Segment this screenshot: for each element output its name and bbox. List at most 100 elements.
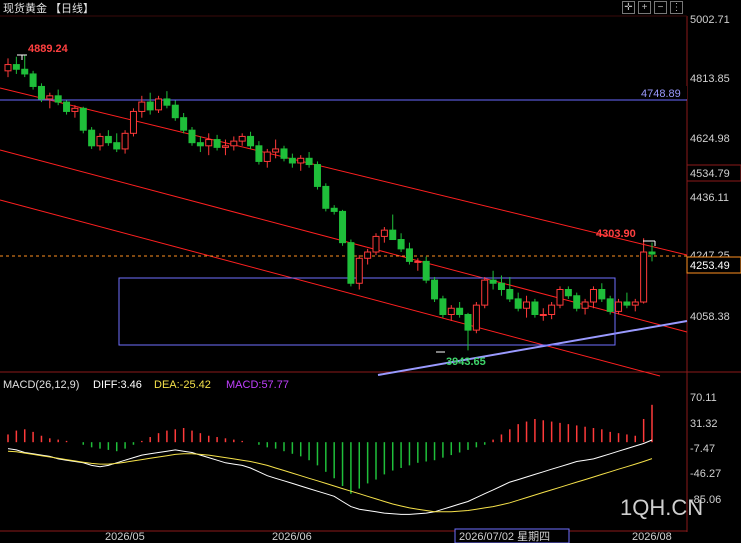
symbol-title: 现货黄金 (3, 1, 47, 15)
last-price-tag: 4253.49 (690, 260, 730, 272)
macd-diff-label: DIFF:3.46 (93, 379, 142, 391)
candle-body[interactable] (46, 95, 54, 100)
macd-lines (7, 439, 653, 515)
candle-body[interactable] (523, 301, 531, 309)
candle-body[interactable] (288, 157, 296, 164)
candle-body[interactable] (422, 260, 430, 281)
candle-body[interactable] (180, 117, 188, 131)
candle-body[interactable] (4, 64, 12, 72)
candle-body[interactable] (556, 289, 564, 306)
recent-high-annotation: 4303.90 (596, 228, 636, 240)
candle-body[interactable] (146, 101, 154, 111)
candle-body[interactable] (640, 251, 648, 303)
crosshair-icon[interactable]: ✛ (622, 1, 635, 14)
candle-body[interactable] (598, 289, 606, 300)
candle-body[interactable] (548, 304, 556, 315)
candle-body[interactable] (531, 301, 539, 315)
zoom-out-icon[interactable]: − (654, 1, 667, 14)
candle-body[interactable] (129, 110, 137, 134)
candle-body[interactable] (79, 107, 87, 131)
candle-body[interactable] (573, 295, 581, 309)
candle-body[interactable] (96, 135, 104, 147)
candle-body[interactable] (339, 210, 347, 244)
candle-body[interactable] (439, 298, 447, 315)
zoom-in-icon[interactable]: + (638, 1, 651, 14)
candle-body[interactable] (163, 98, 171, 106)
candle-body[interactable] (623, 301, 631, 306)
candle-body[interactable] (564, 289, 572, 297)
candle-body[interactable] (447, 307, 455, 315)
more-icon[interactable]: ⋮ (670, 1, 683, 14)
candle-body[interactable] (104, 135, 112, 144)
candle-body[interactable] (514, 298, 522, 309)
candle-body[interactable] (196, 142, 204, 147)
candle-body[interactable] (397, 239, 405, 250)
candle-body[interactable] (355, 257, 363, 284)
candle-body[interactable] (12, 64, 20, 70)
candle-body[interactable] (364, 251, 372, 259)
candle-body[interactable] (21, 68, 29, 75)
candle-body[interactable] (539, 313, 547, 316)
candle-body[interactable] (54, 95, 62, 103)
candle-body[interactable] (497, 282, 505, 291)
candle-body[interactable] (372, 235, 380, 253)
candle-body[interactable] (464, 313, 472, 331)
candle-body[interactable] (255, 145, 263, 162)
hline-value-label: 4748.89 (641, 88, 681, 100)
candle-body[interactable] (414, 260, 422, 263)
candle-body[interactable] (305, 157, 313, 166)
candle-body[interactable] (389, 229, 397, 241)
candle-body[interactable] (631, 301, 639, 306)
candle-body[interactable] (280, 148, 288, 159)
candle-body[interactable] (347, 242, 355, 284)
high-annotation: 4889.24 (28, 43, 69, 55)
candle-body[interactable] (456, 307, 464, 315)
candle-body[interactable] (230, 140, 238, 147)
macd-histogram (7, 404, 653, 494)
candle-body[interactable] (37, 85, 45, 100)
candle-body[interactable] (272, 148, 280, 153)
candle-body[interactable] (472, 304, 480, 331)
candle-body[interactable] (405, 248, 413, 262)
macd-dea-line (7, 450, 653, 513)
period-label[interactable]: 【日线】 (50, 1, 94, 15)
price-chart[interactable]: 4748.89 4889.24 4303.90 3943.65 现货黄金 【日线… (0, 0, 741, 543)
macd-title: MACD(26,12,9) (3, 379, 79, 391)
candle-body[interactable] (88, 129, 96, 147)
candle-body[interactable] (213, 139, 221, 148)
candle-body[interactable] (171, 104, 179, 119)
candle-body[interactable] (322, 185, 330, 209)
price-tick: 4058.38 (690, 311, 730, 323)
candle-body[interactable] (71, 107, 79, 112)
candle-body[interactable] (615, 301, 623, 312)
candle-body[interactable] (606, 298, 614, 312)
candle-body[interactable] (221, 145, 229, 148)
candle-body[interactable] (648, 251, 656, 255)
candle-body[interactable] (589, 289, 597, 303)
candle-body[interactable] (121, 132, 129, 150)
candle-body[interactable] (29, 73, 37, 87)
candle-body[interactable] (313, 164, 321, 187)
price-tick: 4534.79 (690, 168, 730, 180)
candle-body[interactable] (431, 279, 439, 300)
candle-body[interactable] (330, 207, 338, 212)
candle-body[interactable] (263, 151, 271, 162)
candle-body[interactable] (138, 101, 146, 112)
candle-body[interactable] (247, 135, 255, 147)
candle-body[interactable] (380, 229, 388, 237)
candle-body[interactable] (581, 301, 589, 309)
channel-lower-line (0, 199, 661, 377)
candle-body[interactable] (63, 101, 71, 112)
candle-body[interactable] (481, 279, 489, 306)
candle-body[interactable] (205, 139, 213, 147)
candle-body[interactable] (155, 98, 163, 111)
candle-body[interactable] (297, 157, 305, 164)
candle-body[interactable] (489, 279, 497, 284)
candle-body[interactable] (188, 129, 196, 144)
candle-body[interactable] (238, 135, 246, 142)
macd-tick: -46.27 (690, 468, 721, 480)
macd-diff-line (7, 439, 653, 515)
candle-body[interactable] (506, 289, 514, 300)
candle-body[interactable] (113, 142, 121, 150)
cursor-date-label: 2026/07/02 星期四 (459, 530, 550, 543)
